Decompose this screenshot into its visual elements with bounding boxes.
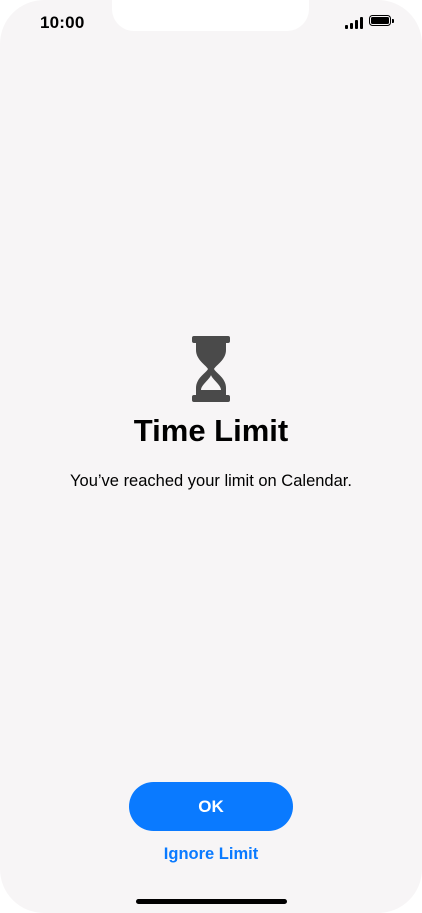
screen: 10:00 Time Limit You’ve reached your lim… [0,0,422,913]
alert-title: Time Limit [133,413,289,448]
home-indicator[interactable] [136,899,287,904]
alert-message: You’ve reached your limit on Calendar. [70,472,352,490]
status-bar-time: 10:00 [40,13,85,32]
battery-icon [369,15,396,29]
ok-button[interactable]: OK [129,782,293,831]
cellular-signal-icon [345,17,365,29]
camera-notch [112,0,309,31]
hourglass-icon [192,336,230,402]
ignore-limit-button[interactable]: Ignore Limit [0,845,422,864]
